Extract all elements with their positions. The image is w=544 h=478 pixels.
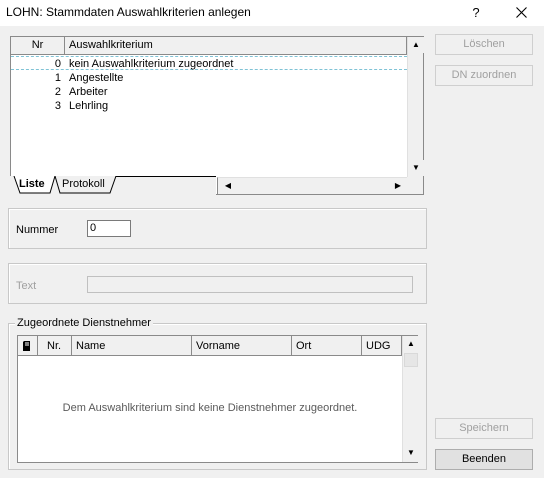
exit-button[interactable]: Beenden xyxy=(435,449,533,470)
tab-protokoll[interactable]: Protokoll xyxy=(62,177,105,193)
text-group: Text xyxy=(8,263,427,304)
close-button[interactable] xyxy=(506,2,536,24)
scroll-right-arrow-icon[interactable]: ▶ xyxy=(390,178,406,194)
scroll-down-arrow-icon[interactable]: ▼ xyxy=(403,445,419,461)
column-header-nr[interactable]: Nr xyxy=(11,37,65,55)
document-icon xyxy=(23,341,30,351)
assigned-employees-grid[interactable]: Nr. Name Vorname Ort UDG Dem Auswahlkrit… xyxy=(17,335,419,463)
empty-state-message: Dem Auswahlkriterium sind keine Dienstne… xyxy=(62,402,358,414)
list-item[interactable]: 2 Arbeiter xyxy=(11,85,407,99)
scroll-thumb[interactable] xyxy=(404,353,418,367)
grid-header-icon-cell[interactable] xyxy=(18,336,38,356)
list-horizontal-scrollbar[interactable]: ◀ ▶ xyxy=(217,177,407,194)
grid-header-udg[interactable]: UDG xyxy=(362,336,402,356)
grid-vertical-scrollbar[interactable]: ▲ ▼ xyxy=(402,336,419,462)
title-bar: LOHN: Stammdaten Auswahlkriterien anlege… xyxy=(0,0,544,26)
assigned-employees-title: Zugeordnete Dienstnehmer xyxy=(15,317,153,329)
grid-header-name[interactable]: Name xyxy=(72,336,192,356)
scroll-up-arrow-icon[interactable]: ▲ xyxy=(408,37,424,53)
list-item[interactable]: 1 Angestellte xyxy=(11,71,407,85)
scrollbar-corner xyxy=(407,177,423,194)
tab-liste[interactable]: Liste xyxy=(19,177,45,193)
grid-header-nr[interactable]: Nr. xyxy=(38,336,72,356)
help-icon: ? xyxy=(472,5,480,20)
criteria-list[interactable]: Nr Auswahlkriterium 0 kein Auswahlkriter… xyxy=(10,36,424,195)
list-item[interactable]: 0 kein Auswahlkriterium zugeordnet xyxy=(11,56,407,70)
assign-employees-button[interactable]: DN zuordnen xyxy=(435,65,533,86)
window-title: LOHN: Stammdaten Auswahlkriterien anlege… xyxy=(6,5,251,19)
delete-button[interactable]: Löschen xyxy=(435,34,533,55)
save-button[interactable]: Speichern xyxy=(435,418,533,439)
list-item[interactable]: 3 Lehrling xyxy=(11,99,407,113)
scroll-left-arrow-icon[interactable]: ◀ xyxy=(220,178,236,194)
help-button[interactable]: ? xyxy=(462,2,490,24)
column-header-criterion[interactable]: Auswahlkriterium xyxy=(65,37,407,55)
scroll-down-arrow-icon[interactable]: ▼ xyxy=(408,160,424,176)
number-label: Nummer xyxy=(16,224,59,236)
list-vertical-scrollbar[interactable]: ▲ ▼ xyxy=(407,37,424,177)
number-field[interactable]: 0 xyxy=(87,220,131,237)
grid-header-vorname[interactable]: Vorname xyxy=(192,336,292,356)
close-icon xyxy=(515,7,527,18)
text-field[interactable] xyxy=(87,276,413,293)
list-tabs: Liste Protokoll xyxy=(10,176,216,195)
text-label: Text xyxy=(16,280,37,292)
scroll-up-arrow-icon[interactable]: ▲ xyxy=(403,336,419,352)
grid-header-ort[interactable]: Ort xyxy=(292,336,362,356)
number-group: Nummer 0 xyxy=(8,208,427,249)
